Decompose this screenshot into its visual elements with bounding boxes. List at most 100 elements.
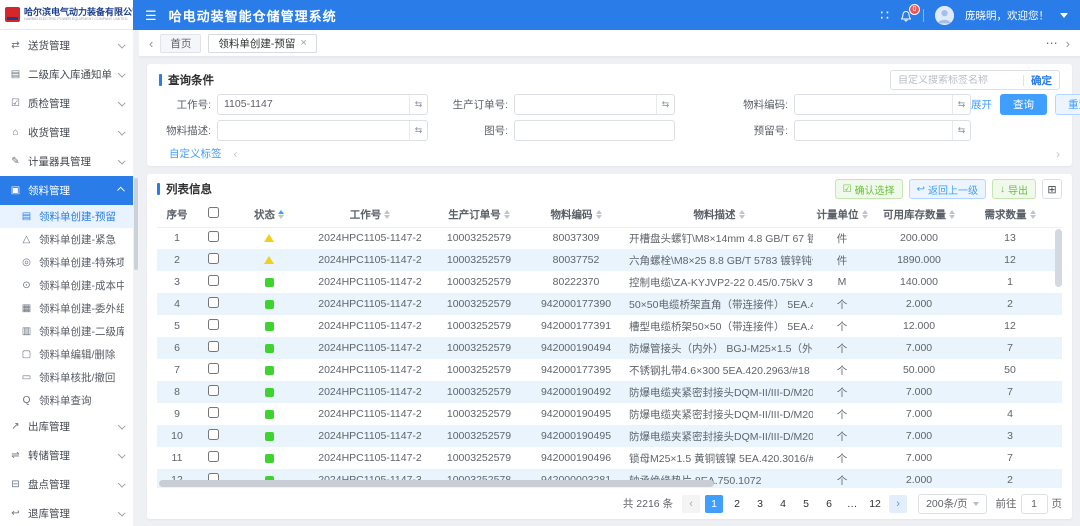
sidebar-item[interactable]: ◎ 领料单创建-特殊项目 (0, 251, 133, 274)
table-row[interactable]: 8 2024HPC1105-1147-2 10003252579 9420001… (157, 381, 1062, 403)
tab-current[interactable]: 领料单创建-预留 × (208, 34, 316, 53)
table-row[interactable]: 11 2024HPC1105-1147-2 10003252579 942000… (157, 447, 1062, 469)
sidebar-item[interactable]: ▭ 领料单核批/撤回 (0, 366, 133, 389)
row-checkbox[interactable] (208, 407, 219, 418)
tags-scroll-left-icon[interactable]: ‹ (234, 148, 238, 160)
col-material-code[interactable]: 物料编码 (527, 202, 625, 227)
sidebar-item[interactable]: ⇄ 送货管理 (0, 31, 133, 60)
page-number[interactable]: 1 (705, 495, 723, 513)
sidebar-item[interactable]: ↗ 出库管理 (0, 412, 133, 441)
user-greeting[interactable]: 庞晓明，欢迎您！ (965, 8, 1049, 23)
sidebar-item[interactable]: △ 领料单创建-紧急 (0, 228, 133, 251)
sidebar-item[interactable]: Q 领料单查询 (0, 389, 133, 412)
sidebar-item[interactable]: ▢ 领料单编辑/删除 (0, 343, 133, 366)
row-checkbox[interactable] (208, 275, 219, 286)
select-all-checkbox[interactable] (208, 207, 219, 218)
sidebar-item[interactable]: ⊙ 领料单创建-成本中心 (0, 274, 133, 297)
col-status[interactable]: 状态 (229, 202, 309, 227)
match-type-icon[interactable]: ⇆ (656, 95, 674, 114)
fullscreen-icon[interactable]: ∷ (880, 8, 889, 22)
page-number[interactable]: 4 (774, 495, 792, 513)
reset-button[interactable]: 重置 (1055, 94, 1080, 115)
drawing-no-input[interactable] (515, 121, 674, 140)
row-checkbox[interactable] (208, 253, 219, 264)
material-code-input[interactable] (795, 95, 952, 114)
sort-icon[interactable] (949, 210, 955, 219)
page-number[interactable]: 6 (820, 495, 838, 513)
page-number[interactable]: 5 (797, 495, 815, 513)
sort-icon[interactable] (596, 210, 602, 219)
production-order-input[interactable] (515, 95, 656, 114)
sidebar-item[interactable]: ▤ 二级库入库通知单 (0, 60, 133, 89)
notification-bell-icon[interactable]: 0 (900, 9, 912, 22)
row-checkbox[interactable] (208, 429, 219, 440)
sort-icon[interactable] (504, 210, 510, 219)
user-menu-caret-icon[interactable] (1060, 13, 1068, 18)
sidebar-item[interactable]: ▦ 领料单创建-委外组件 (0, 297, 133, 320)
table-row[interactable]: 4 2024HPC1105-1147-2 10003252579 9420001… (157, 293, 1062, 315)
page-size-select[interactable]: 200条/页 (918, 494, 986, 514)
col-unit[interactable]: 计量单位 (813, 202, 871, 227)
sidebar-scrollbar[interactable] (133, 30, 139, 526)
col-demand[interactable]: 需求数量 (967, 202, 1053, 227)
sidebar-item[interactable]: ↩ 退库管理 (0, 499, 133, 526)
close-tab-icon[interactable]: × (300, 38, 306, 49)
tabs-scroll-left-icon[interactable]: ‹ (149, 37, 153, 50)
sidebar-item[interactable]: ▤ 领料单创建-预留 (0, 205, 133, 228)
table-row[interactable]: 3 2024HPC1105-1147-2 10003252579 8022237… (157, 271, 1062, 293)
sidebar-scrollbar-thumb[interactable] (134, 178, 138, 270)
tabs-scroll-right-icon[interactable]: › (1066, 37, 1070, 50)
material-desc-input[interactable] (218, 121, 409, 140)
col-stock[interactable]: 可用库存数量 (871, 202, 967, 227)
match-type-icon[interactable]: ⇆ (952, 121, 970, 140)
row-checkbox[interactable] (208, 319, 219, 330)
work-no-input[interactable] (218, 95, 409, 114)
sidebar-item[interactable]: ⊟ 盘点管理 (0, 470, 133, 499)
row-checkbox[interactable] (208, 297, 219, 308)
sort-icon[interactable] (384, 210, 390, 219)
sidebar-item[interactable]: ▣ 领料管理 (0, 176, 133, 205)
collapse-sidebar-icon[interactable]: ☰ (145, 9, 157, 22)
sidebar-item[interactable]: ▥ 领料单创建-二级库 (0, 320, 133, 343)
page-number[interactable]: 2 (728, 495, 746, 513)
table-row[interactable]: 9 2024HPC1105-1147-2 10003252579 9420001… (157, 403, 1062, 425)
sidebar-item[interactable]: ⌂ 收货管理 (0, 118, 133, 147)
row-checkbox[interactable] (208, 363, 219, 374)
confirm-select-button[interactable]: ☑确认选择 (835, 179, 903, 199)
page-number[interactable]: 3 (751, 495, 769, 513)
sort-icon[interactable] (862, 210, 868, 219)
col-material-desc[interactable]: 物料描述 (625, 202, 813, 227)
reserve-no-input[interactable] (795, 121, 952, 140)
table-row[interactable]: 2 2024HPC1105-1147-2 10003252579 8003775… (157, 249, 1062, 271)
table-row[interactable]: 10 2024HPC1105-1147-2 10003252579 942000… (157, 425, 1062, 447)
custom-tag-link[interactable]: 自定义标签 (169, 146, 222, 161)
sort-icon[interactable] (1030, 210, 1036, 219)
sort-icon[interactable] (278, 210, 284, 219)
sidebar-item[interactable]: ⇌ 转储管理 (0, 441, 133, 470)
match-type-icon[interactable]: ⇆ (409, 95, 427, 114)
search-button[interactable]: 查询 (1000, 94, 1047, 115)
row-checkbox[interactable] (208, 385, 219, 396)
row-checkbox[interactable] (208, 231, 219, 242)
tags-scroll-right-icon[interactable]: › (1056, 148, 1060, 160)
next-page-button[interactable]: › (889, 495, 907, 513)
tab-home[interactable]: 首页 (160, 34, 201, 53)
export-button[interactable]: ↓导出 (992, 179, 1036, 199)
col-work-no[interactable]: 工作号 (309, 202, 431, 227)
page-number[interactable]: 12 (866, 495, 884, 513)
vertical-scrollbar[interactable] (1055, 229, 1062, 287)
horizontal-scrollbar[interactable] (159, 480, 714, 487)
row-checkbox[interactable] (208, 451, 219, 462)
row-checkbox[interactable] (208, 341, 219, 352)
goto-page-input[interactable] (1021, 494, 1048, 514)
sidebar-item[interactable]: ☑ 质检管理 (0, 89, 133, 118)
prev-page-button[interactable]: ‹ (682, 495, 700, 513)
confirm-tag-button[interactable]: 确定 (1031, 73, 1052, 88)
table-row[interactable]: 1 2024HPC1105-1147-2 10003252579 8003730… (157, 227, 1062, 249)
custom-tag-name-input[interactable] (898, 75, 1016, 86)
page-number[interactable]: … (843, 495, 861, 513)
sidebar-item[interactable]: ✎ 计量器具管理 (0, 147, 133, 176)
tabs-more-icon[interactable]: ⋯ (1046, 36, 1059, 50)
sort-icon[interactable] (739, 210, 745, 219)
table-row[interactable]: 6 2024HPC1105-1147-2 10003252579 9420001… (157, 337, 1062, 359)
